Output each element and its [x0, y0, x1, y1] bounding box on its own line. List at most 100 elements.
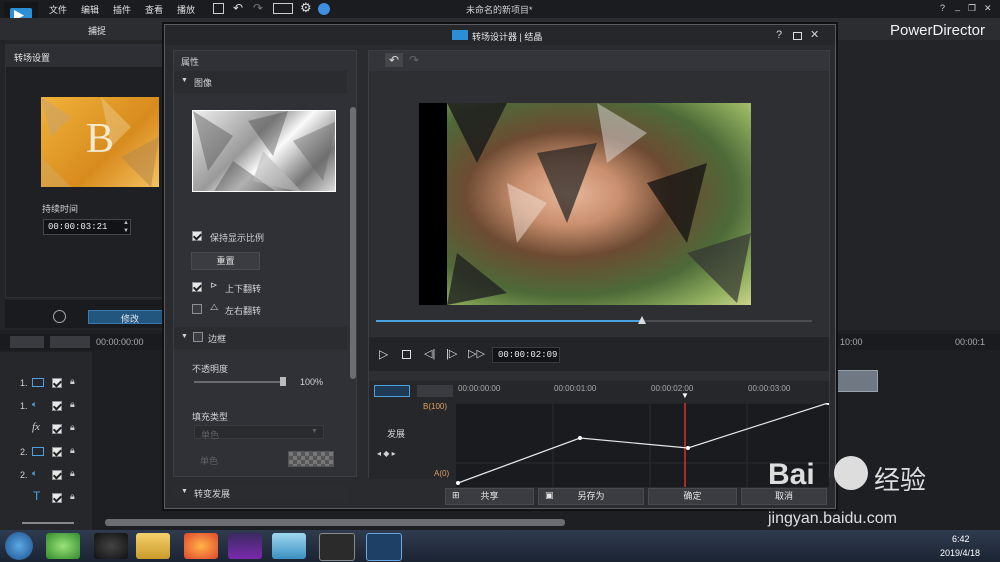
- zoom-slider[interactable]: [22, 522, 74, 524]
- keyframe-track-label: 发展: [387, 429, 406, 439]
- dialog-help-icon[interactable]: ?: [776, 29, 782, 41]
- a-label: A(0): [434, 469, 450, 478]
- fill-color-label: 单色: [200, 456, 219, 466]
- preview-undo-icon[interactable]: ↶: [385, 53, 404, 67]
- preview-seek-thumb[interactable]: [638, 316, 646, 324]
- track-row-1-video: 1. 🔒︎: [12, 374, 92, 392]
- lock-icon[interactable]: 🔒︎: [70, 422, 75, 433]
- track-settings-icon[interactable]: [10, 336, 44, 348]
- video-track-icon: [32, 447, 44, 456]
- save-as-button-label: 另存为: [577, 491, 605, 501]
- track-enable-checkbox[interactable]: [52, 493, 62, 503]
- lock-icon[interactable]: 🔒︎: [70, 468, 75, 479]
- track-enable-checkbox[interactable]: [52, 470, 62, 480]
- app-360-icon[interactable]: [46, 533, 80, 559]
- dialog-footer: ⊞ 共享 ▣ 另存为 确定 取消: [165, 483, 835, 509]
- audio-track-icon: 🔈︎: [32, 399, 38, 409]
- dialog-maximize-icon[interactable]: [793, 32, 802, 40]
- keyframe-playhead-icon[interactable]: ▼: [681, 391, 689, 400]
- flip-vertical-checkbox[interactable]: [192, 282, 202, 292]
- qq-icon[interactable]: [94, 533, 128, 559]
- track-enable-checkbox[interactable]: [52, 378, 62, 388]
- keyframe-mode-button[interactable]: [374, 385, 410, 397]
- next-frame-icon[interactable]: |▷: [446, 347, 457, 360]
- aspect-ratio-icon[interactable]: [273, 3, 293, 14]
- minimize-icon[interactable]: _: [955, 1, 960, 11]
- ok-button[interactable]: 确定: [648, 488, 737, 505]
- lock-icon[interactable]: 🔒︎: [70, 399, 75, 410]
- fit-timeline-icon[interactable]: [50, 336, 90, 348]
- menu-view[interactable]: 查看: [145, 3, 163, 16]
- keyframe-nav-icon[interactable]: ◂ ◆ ▸: [377, 449, 396, 458]
- timeline-clip[interactable]: [836, 370, 878, 392]
- lock-icon[interactable]: 🔒︎: [70, 491, 75, 502]
- save-as-button[interactable]: ▣ 另存为: [538, 488, 644, 505]
- lock-icon[interactable]: 🔒︎: [70, 445, 75, 456]
- track-row-2-audio: 2. 🔈︎ 🔒︎: [12, 466, 92, 484]
- fast-forward-icon[interactable]: ▷▷: [468, 347, 485, 360]
- fill-color-swatch[interactable]: [288, 451, 334, 467]
- track-enable-checkbox[interactable]: [52, 401, 62, 411]
- play-icon[interactable]: ▷: [379, 347, 388, 361]
- preview-redo-icon[interactable]: ↷: [409, 53, 419, 67]
- update-badge-icon[interactable]: [318, 3, 330, 15]
- stop-icon[interactable]: [402, 350, 411, 359]
- horizontal-scrollbar[interactable]: [105, 519, 565, 526]
- thumbnail-letter: B: [86, 116, 115, 162]
- opacity-slider-thumb[interactable]: [280, 377, 286, 386]
- ruler-right-1: 10:00: [840, 337, 863, 347]
- collapse-toggle-icon[interactable]: [53, 310, 66, 323]
- keyframe-ruler: 00:00:00:00 00:00:01:00 00:00:02:00 00:0…: [456, 381, 829, 403]
- opacity-slider[interactable]: [194, 381, 286, 383]
- transition-thumbnail[interactable]: B: [41, 97, 159, 187]
- lock-icon[interactable]: 🔒︎: [70, 376, 75, 387]
- record-app-icon[interactable]: [319, 533, 355, 561]
- help-icon[interactable]: ?: [940, 3, 945, 13]
- watermark-cn: 经验: [874, 465, 927, 495]
- menu-plugins[interactable]: 插件: [113, 3, 131, 16]
- notes-app-icon[interactable]: [272, 533, 306, 559]
- properties-scrollbar[interactable]: [350, 107, 356, 379]
- watermark-url: jingyan.baidu.com: [768, 510, 897, 527]
- reset-button[interactable]: 重置: [191, 252, 260, 270]
- timecode-display[interactable]: 00:00:02:09: [492, 347, 560, 363]
- powerdirector-taskbar-icon[interactable]: [366, 533, 402, 561]
- start-button-icon[interactable]: [5, 532, 33, 560]
- border-enable-checkbox[interactable]: [193, 332, 203, 342]
- close-icon[interactable]: ✕: [984, 3, 992, 14]
- flip-horizontal-checkbox[interactable]: [192, 304, 202, 314]
- track-enable-checkbox[interactable]: [52, 447, 62, 457]
- menu-file[interactable]: 文件: [49, 3, 67, 16]
- file-explorer-icon[interactable]: [136, 533, 170, 559]
- track-row-fx: fx 🔒︎: [12, 420, 92, 438]
- clock-time[interactable]: 6:42: [952, 534, 970, 544]
- modify-button[interactable]: 修改: [88, 310, 166, 324]
- properties-panel: 属性 ▼ 图像 保持显示比例 重置 ⊳ 上下翻转 ⧍ 左右翻转 ▼ 边框 不透明…: [173, 50, 357, 501]
- tab-capture[interactable]: 捕捉: [88, 24, 106, 37]
- restore-icon[interactable]: ❐: [968, 3, 976, 14]
- track-enable-checkbox[interactable]: [52, 424, 62, 434]
- dropdown-arrow-icon: ▼: [311, 428, 318, 435]
- menu-edit[interactable]: 编辑: [81, 3, 99, 16]
- dialog-close-icon[interactable]: ✕: [810, 28, 819, 41]
- undo-icon[interactable]: ↶: [233, 1, 243, 15]
- mask-image-preview[interactable]: [192, 110, 336, 192]
- menu-playback[interactable]: 播放: [177, 3, 195, 16]
- redo-icon[interactable]: ↷: [253, 1, 263, 15]
- firefox-icon[interactable]: [184, 533, 218, 559]
- save-icon[interactable]: [213, 3, 224, 14]
- media-app-icon[interactable]: [228, 533, 262, 559]
- clock-date[interactable]: 2019/4/18: [940, 548, 980, 558]
- keep-ratio-checkbox[interactable]: [192, 231, 202, 241]
- fill-type-value: 单色: [201, 430, 220, 440]
- share-button[interactable]: ⊞ 共享: [445, 488, 534, 505]
- duration-stepper-icon[interactable]: ▲ ▼: [123, 219, 129, 235]
- image-section-header[interactable]: ▼ 图像: [174, 71, 347, 93]
- settings-gear-icon[interactable]: ⚙: [300, 0, 312, 16]
- keyframe-options-icon[interactable]: [417, 385, 453, 397]
- title-track-icon: T: [33, 489, 41, 503]
- border-section-header[interactable]: ▼ 边框: [174, 327, 347, 349]
- prev-frame-icon[interactable]: ◁|: [424, 347, 435, 360]
- duration-input[interactable]: 00:00:03:21 ▲ ▼: [43, 219, 131, 235]
- fill-type-select[interactable]: 单色 ▼: [194, 425, 324, 440]
